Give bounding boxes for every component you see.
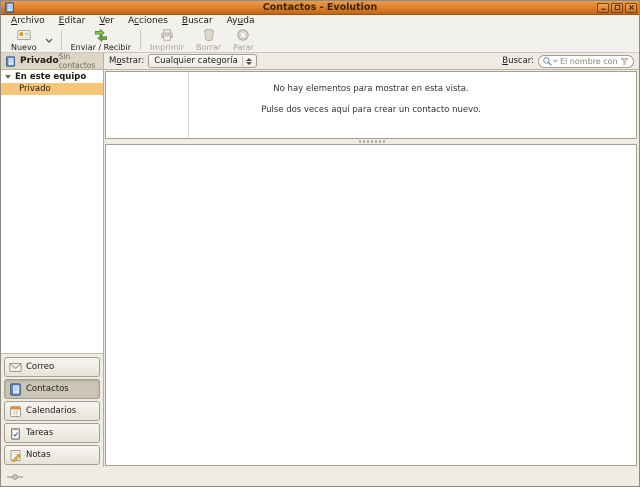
combo-separator	[242, 56, 243, 66]
stop-icon	[236, 28, 250, 42]
delete-button-label: Borrar	[196, 43, 221, 52]
switcher-memos-label: Notas	[26, 450, 51, 460]
send-receive-label: Enviar / Recibir	[71, 43, 131, 52]
search-entry[interactable]	[538, 55, 634, 68]
window-title: Contactos - Evolution	[1, 2, 639, 13]
printer-icon	[160, 28, 174, 42]
toolbar-separator	[140, 30, 141, 50]
new-button[interactable]: Nuevo	[5, 27, 43, 53]
empty-view-message: No hay elementos para mostrar en esta vi…	[106, 84, 636, 94]
close-button[interactable]	[625, 3, 637, 13]
category-combobox-value: Cualquier categoría	[152, 56, 242, 66]
search-icon[interactable]	[542, 56, 553, 67]
minimize-icon	[600, 4, 607, 11]
column-divider	[188, 72, 189, 138]
combo-arrows-icon	[246, 58, 253, 65]
send-receive-icon	[94, 28, 108, 42]
switcher-tasks-button[interactable]: Tareas	[4, 423, 100, 443]
evolution-window: Contactos - Evolution Archivo Editar Ver…	[0, 0, 640, 487]
filter-bar: Mostrar: Cualquier categoría Buscar:	[104, 53, 639, 70]
stop-button: Parar	[227, 27, 260, 53]
folder-tree: En este equipo Privado	[1, 70, 103, 354]
sidebar: En este equipo Privado Correo	[1, 70, 104, 467]
toolbar: Nuevo Enviar / Recibir Imprimir	[1, 28, 639, 53]
online-status-icon[interactable]	[7, 473, 23, 481]
switcher-calendars-button[interactable]: Calendarios	[4, 401, 100, 421]
titlebar[interactable]: Contactos - Evolution	[1, 1, 639, 15]
empty-view-hint: Pulse dos veces aquí para crear un conta…	[106, 105, 636, 115]
component-switcher: Correo Contactos	[1, 354, 103, 467]
minimize-button[interactable]	[597, 3, 609, 13]
switcher-mail-button[interactable]: Correo	[4, 357, 100, 377]
chevron-down-icon	[45, 38, 53, 43]
memo-icon	[9, 449, 22, 462]
switcher-tasks-label: Tareas	[26, 428, 53, 438]
switcher-mail-label: Correo	[26, 362, 54, 372]
tree-root-label: En este equipo	[15, 72, 86, 82]
switcher-contacts-label: Contactos	[26, 384, 69, 394]
tree-item-privado[interactable]: Privado	[1, 83, 103, 95]
maximize-icon	[614, 4, 621, 11]
folder-status: Sin contactos	[59, 52, 100, 70]
search-label: Buscar:	[502, 56, 534, 66]
contact-list-pane[interactable]: No hay elementos para mostrar en esta vi…	[105, 71, 637, 139]
stop-button-label: Parar	[233, 43, 254, 52]
category-combobox[interactable]: Cualquier categoría	[148, 54, 257, 68]
trash-icon	[202, 28, 216, 42]
folder-header: Privado Sin contactos	[1, 53, 104, 70]
delete-button: Borrar	[190, 27, 227, 53]
search-input[interactable]	[558, 57, 620, 66]
splitter-handle-icon[interactable]	[359, 140, 385, 143]
toolbar-separator	[61, 30, 62, 50]
filter-funnel-icon	[620, 57, 629, 66]
show-label: Mostrar:	[109, 56, 144, 66]
statusbar	[1, 467, 639, 486]
tasks-icon	[9, 427, 22, 440]
print-button: Imprimir	[144, 27, 190, 53]
contact-preview-pane[interactable]	[105, 144, 637, 466]
new-contact-icon	[17, 28, 31, 42]
contacts-icon	[9, 383, 22, 396]
new-button-label: Nuevo	[11, 43, 37, 52]
filter-row: Privado Sin contactos Mostrar: Cualquier…	[1, 53, 639, 70]
switcher-memos-button[interactable]: Notas	[4, 445, 100, 465]
maximize-button[interactable]	[611, 3, 623, 13]
tree-item-en-este-equipo[interactable]: En este equipo	[1, 70, 103, 83]
addressbook-icon	[5, 56, 16, 67]
send-receive-button[interactable]: Enviar / Recibir	[65, 27, 137, 53]
new-dropdown-button[interactable]	[43, 28, 58, 52]
mail-icon	[9, 361, 22, 374]
switcher-contacts-button[interactable]: Contactos	[4, 379, 100, 399]
switcher-calendars-label: Calendarios	[26, 406, 76, 416]
print-button-label: Imprimir	[150, 43, 184, 52]
expander-icon[interactable]	[5, 75, 11, 79]
close-icon	[628, 4, 635, 11]
content-area: No hay elementos para mostrar en esta vi…	[104, 70, 639, 467]
calendar-icon	[9, 405, 22, 418]
folder-title: Privado	[20, 56, 59, 66]
main-area: En este equipo Privado Correo	[1, 70, 639, 467]
